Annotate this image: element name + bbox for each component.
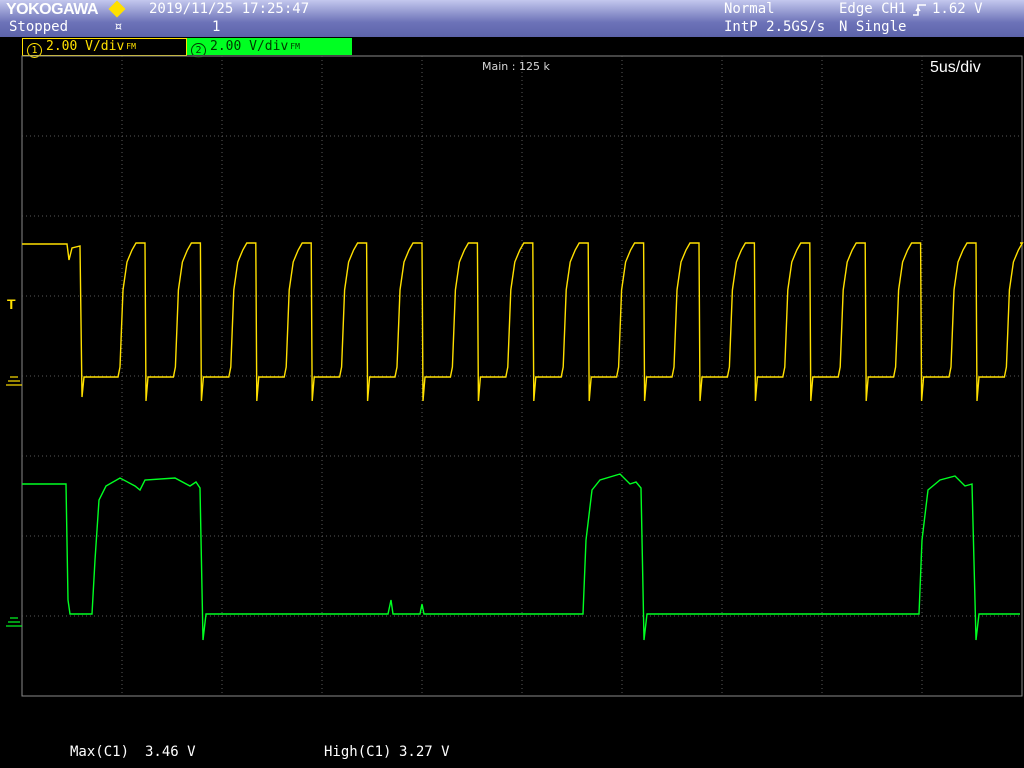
measurement-max-label: Max(C1) (70, 744, 130, 760)
ch1-waveform (22, 242, 1024, 402)
measurement-high-value: 3.27 V (399, 744, 450, 760)
oscilloscope-screen: YOKOGAWA 2019/11/25 17:25:47 Stopped ¤ 1… (0, 0, 1024, 768)
graticule (21, 55, 1023, 697)
main-record-length: Main : 125 k (482, 60, 550, 73)
ch2-waveform (22, 473, 1020, 641)
ground-markers (6, 376, 22, 627)
measurement-high-label: High(C1) (324, 744, 392, 760)
timebase-label[interactable]: 5us/div (930, 59, 981, 77)
trigger-level-marker[interactable]: T (7, 296, 16, 312)
waveform-display[interactable] (0, 0, 1024, 768)
measurement-max-value: 3.46 V (145, 744, 196, 760)
